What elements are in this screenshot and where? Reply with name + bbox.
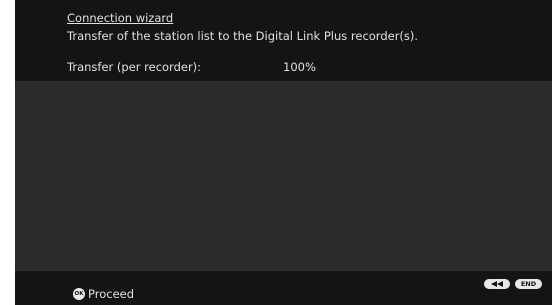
- transfer-label: Transfer (per recorder):: [67, 60, 202, 74]
- footer-bar: END OK Proceed: [15, 271, 552, 305]
- wizard-description: Transfer of the station list to the Digi…: [67, 29, 419, 43]
- transfer-progress-value: 100%: [283, 60, 316, 74]
- wizard-header: Connection wizard Transfer of the statio…: [15, 0, 552, 81]
- proceed-label: Proceed: [88, 287, 135, 301]
- proceed-button[interactable]: OK Proceed: [73, 286, 134, 302]
- tv-screen: Connection wizard Transfer of the statio…: [15, 0, 552, 305]
- wizard-title: Connection wizard: [67, 11, 174, 25]
- rewind-icon: [491, 281, 503, 287]
- rewind-button[interactable]: [484, 279, 510, 289]
- content-area: [15, 81, 552, 271]
- ok-icon: OK: [73, 288, 85, 300]
- end-button[interactable]: END: [515, 279, 542, 289]
